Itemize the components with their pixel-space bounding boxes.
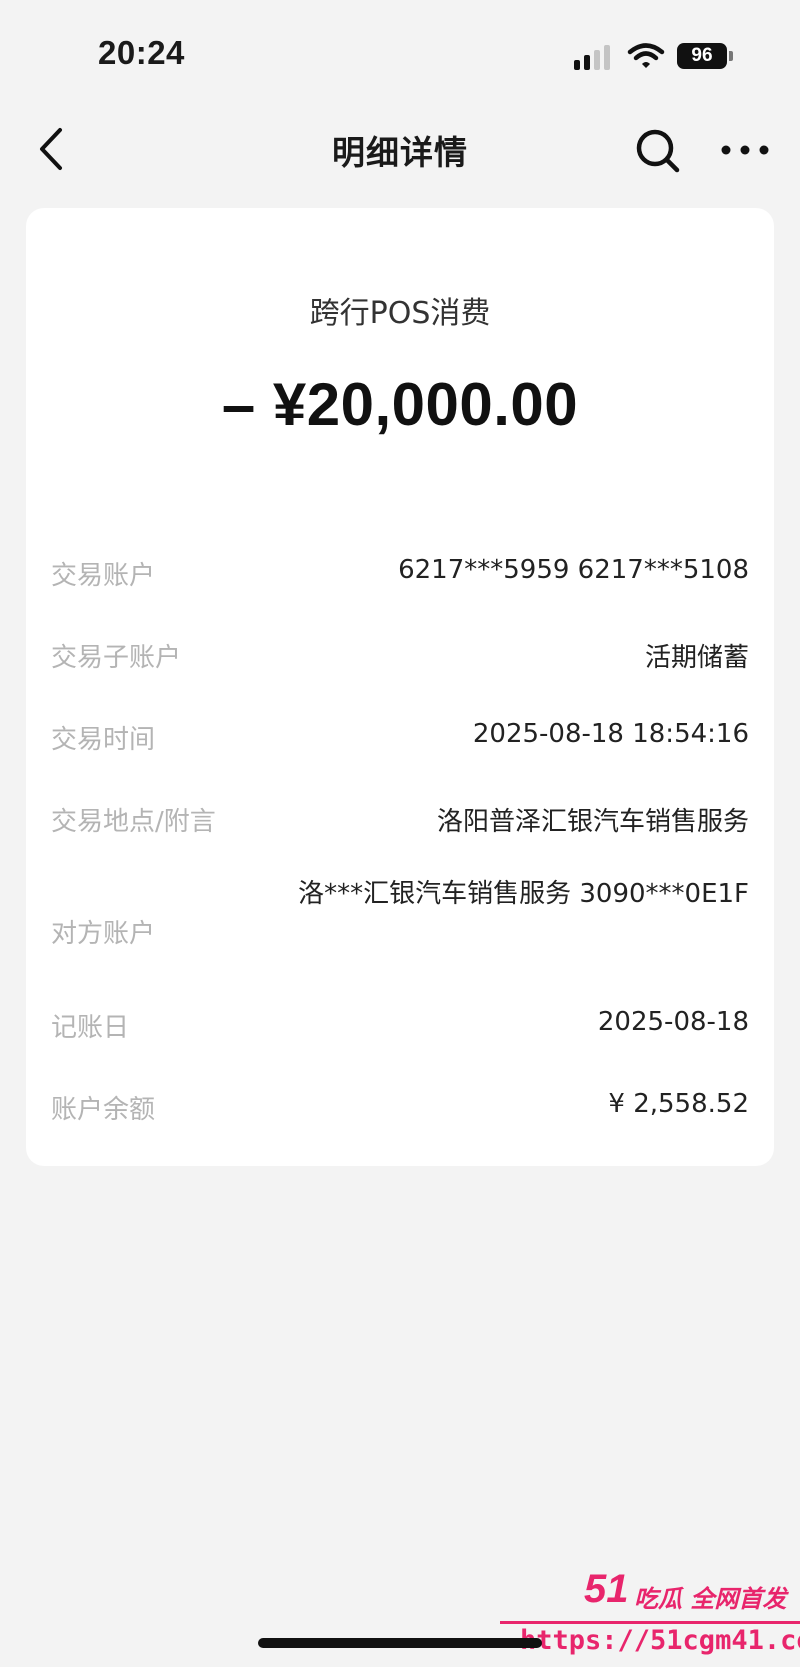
watermark-divider xyxy=(500,1621,800,1624)
nav-bar: 明细详情 xyxy=(0,110,800,190)
transaction-detail-card: 跨行POS消费 – ¥20,000.00 交易账户 6217***5959 62… xyxy=(26,208,774,1166)
watermark-url: https://51cgm41.com xyxy=(520,1625,800,1656)
detail-label: 账户余额 xyxy=(51,1095,156,1125)
more-options-icon[interactable] xyxy=(718,136,772,164)
status-bar: 20:24 96 xyxy=(0,0,800,110)
watermark-logo: 51 xyxy=(584,1567,629,1611)
detail-value: 6217***5959 6217***5108 xyxy=(398,555,749,585)
transaction-type: 跨行POS消费 xyxy=(309,296,491,331)
detail-value: 2025-08-18 xyxy=(597,1007,749,1037)
detail-label: 交易子账户 xyxy=(51,643,182,673)
watermark-slogan: 吃瓜 全网首发 xyxy=(634,1585,787,1613)
detail-label: 交易时间 xyxy=(51,725,156,755)
battery-level: 96 xyxy=(677,43,727,69)
transaction-amount: – ¥20,000.00 xyxy=(221,371,579,438)
cellular-signal-icon xyxy=(574,45,610,70)
search-icon[interactable] xyxy=(634,127,682,175)
detail-label: 交易地点/附言 xyxy=(51,807,216,837)
detail-value: ¥ 2,558.52 xyxy=(608,1089,749,1119)
detail-value: 洛***汇银汽车销售服务 3090***0E1F xyxy=(298,879,749,909)
watermark: 51 吃瓜 全网首发 https://51cgm41.com xyxy=(500,1567,800,1667)
detail-value: 2025-08-18 18:54:16 xyxy=(472,719,749,749)
wifi-icon xyxy=(627,43,665,68)
detail-label: 交易账户 xyxy=(51,561,156,591)
detail-value: 洛阳普泽汇银汽车销售服务 xyxy=(436,807,749,837)
detail-label: 记账日 xyxy=(51,1013,130,1043)
detail-label: 对方账户 xyxy=(51,919,156,949)
battery-tip xyxy=(729,51,733,61)
battery-indicator: 96 xyxy=(677,43,733,69)
home-indicator[interactable] xyxy=(258,1638,542,1648)
detail-value: 活期储蓄 xyxy=(644,643,749,673)
status-time: 20:24 xyxy=(98,34,185,71)
